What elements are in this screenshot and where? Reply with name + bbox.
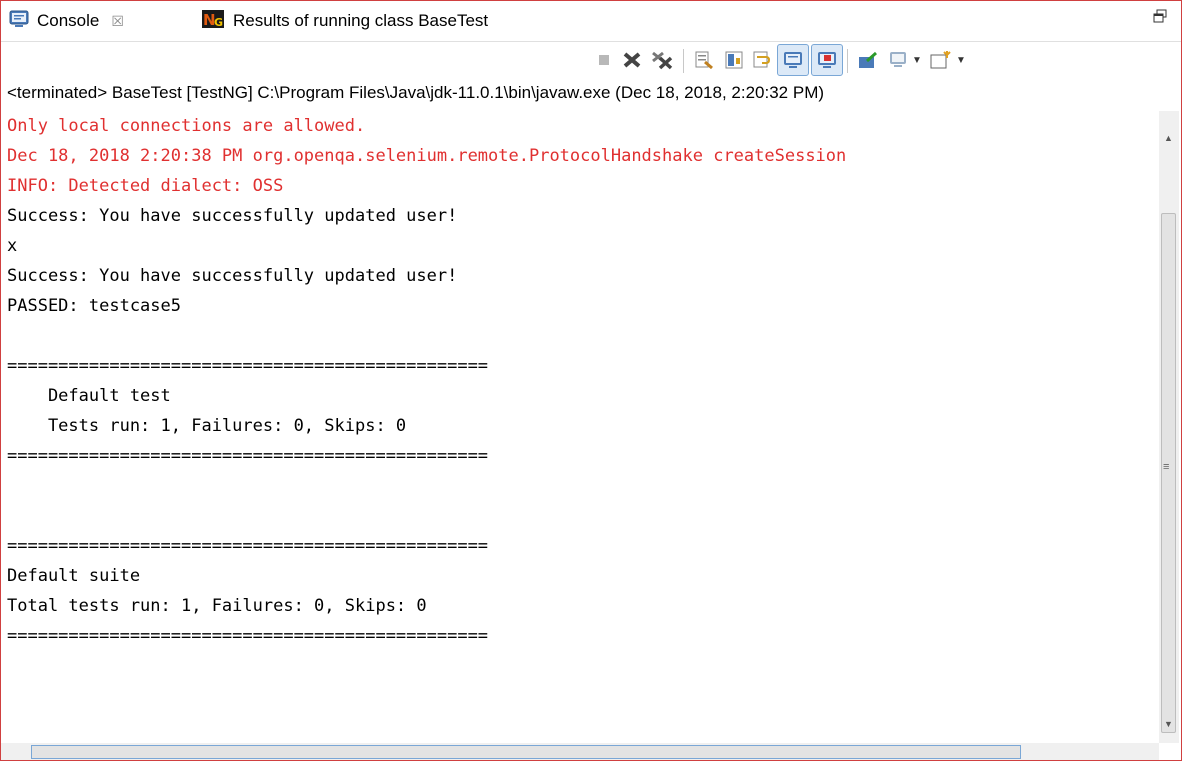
console-output[interactable]: Only local connections are allowed. Dec 1… xyxy=(7,111,1157,743)
remove-all-launches-icon[interactable] xyxy=(651,49,673,71)
toolbar-separator xyxy=(683,49,684,73)
console-line: Total tests run: 1, Failures: 0, Skips: … xyxy=(7,596,427,616)
console-line: ========================================… xyxy=(7,536,489,556)
scroll-down-icon[interactable]: ▼ xyxy=(1164,719,1173,729)
console-line: Default test xyxy=(7,386,171,406)
console-line: Success: You have successfully updated u… xyxy=(7,266,458,286)
tab-testng-results[interactable]: NG Results of running class BaseTest xyxy=(197,1,597,41)
display-console-icon[interactable] xyxy=(887,49,909,71)
clear-console-icon[interactable] xyxy=(693,49,715,71)
word-wrap-icon[interactable] xyxy=(751,49,773,71)
testng-icon: NG xyxy=(201,8,225,35)
scroll-up-icon[interactable]: ▲ xyxy=(1164,133,1173,143)
console-line: Dec 18, 2018 2:20:38 PM org.openqa.selen… xyxy=(7,146,847,166)
console-line: PASSED: testcase5 xyxy=(7,296,181,316)
horizontal-scrollbar[interactable] xyxy=(1,743,1159,760)
vertical-scrollbar[interactable]: ▲ ≡ ▼ xyxy=(1159,111,1179,743)
view-tab-bar: Console ☒ NG Results of running class Ba… xyxy=(1,1,1181,42)
console-line: Success: You have successfully updated u… xyxy=(7,206,458,226)
console-line: Default suite xyxy=(7,566,141,586)
scroll-lock-icon[interactable] xyxy=(723,49,745,71)
open-console-icon[interactable] xyxy=(929,49,951,71)
console-toolbar: ▼ ▼ xyxy=(1,41,1181,79)
console-view: Console ☒ NG Results of running class Ba… xyxy=(0,0,1182,761)
toolbar-separator xyxy=(847,49,848,73)
tab-label: Results of running class BaseTest xyxy=(233,11,489,30)
launch-status-line: <terminated> BaseTest [TestNG] C:\Progra… xyxy=(7,83,825,102)
pin-console-icon[interactable] xyxy=(857,49,879,71)
scrollbar-thumb[interactable] xyxy=(31,745,1021,759)
terminate-icon[interactable] xyxy=(593,49,615,71)
show-on-stdout-change-icon[interactable] xyxy=(777,44,809,76)
console-line: ========================================… xyxy=(7,446,489,466)
scrollbar-thumb[interactable] xyxy=(1161,213,1176,733)
grip-icon: ≡ xyxy=(1163,461,1170,473)
console-line: ========================================… xyxy=(7,626,489,646)
console-line: Only local connections are allowed. xyxy=(7,116,366,136)
tab-label: Console xyxy=(37,11,100,30)
console-line: ========================================… xyxy=(7,356,489,376)
close-icon[interactable]: ☒ xyxy=(111,13,124,30)
tab-console[interactable]: Console ☒ xyxy=(1,1,191,41)
svg-text:G: G xyxy=(214,16,223,29)
chevron-down-icon[interactable]: ▼ xyxy=(955,49,967,71)
console-line: INFO: Detected dialect: OSS xyxy=(7,176,284,196)
show-on-stderr-change-icon[interactable] xyxy=(811,44,843,76)
console-icon xyxy=(9,10,29,33)
console-line: Tests run: 1, Failures: 0, Skips: 0 xyxy=(7,416,407,436)
restore-icon[interactable] xyxy=(1153,9,1167,28)
chevron-down-icon[interactable]: ▼ xyxy=(911,49,923,71)
console-line: x xyxy=(7,236,18,256)
remove-launch-icon[interactable] xyxy=(621,49,643,71)
